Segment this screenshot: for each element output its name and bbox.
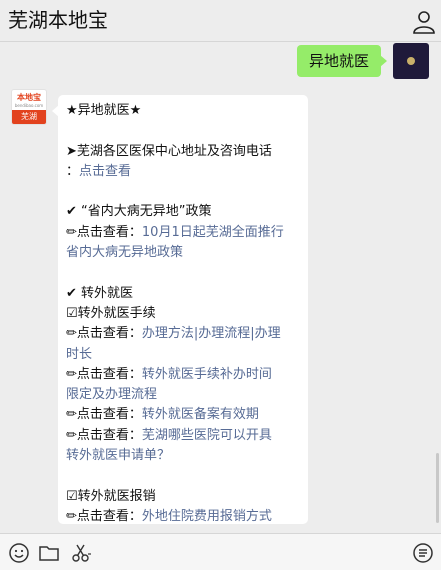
- message-line: 限定及办理流程: [66, 385, 300, 405]
- official-account-avatar[interactable]: 本地宝 bendibao.com 芜湖: [11, 89, 47, 125]
- message-line: ✏点击查看：办理方法|办理流程|办理: [66, 324, 300, 344]
- message-line: 转外就医申请单？: [66, 446, 300, 466]
- chat-title: 芜湖本地宝: [8, 8, 108, 32]
- message-link[interactable]: 点击查看: [79, 164, 131, 179]
- message-line-text: ➤芜湖各区医保中心地址及咨询电话: [66, 143, 272, 159]
- reply-message-bubble: ★异地就医★ ➤芜湖各区医保中心地址及咨询电话 ：点击查看 ✔ “省内大病无异地”政策…: [52, 95, 308, 527]
- message-line-text: ✔ “省内大病无异地”政策: [66, 204, 212, 220]
- message-link[interactable]: 省内大病无异地政策: [66, 245, 183, 260]
- message-line-text: ✏点击查看：: [66, 508, 142, 524]
- message-line-text: ☑转外就医手续: [66, 305, 156, 321]
- message-line: ★异地就医★: [66, 101, 300, 121]
- avatar-logo-subtext: bendibao.com: [14, 103, 44, 108]
- message-line-text: ✏点击查看：: [66, 366, 142, 382]
- message-line-text: ✏点击查看：: [66, 224, 142, 240]
- message-line: [66, 466, 300, 486]
- message-line: ✏点击查看：外地住院费用报销方式: [66, 507, 300, 527]
- chat-header: 芜湖本地宝: [0, 0, 441, 42]
- message-link[interactable]: 外地住院费用报销方式: [142, 509, 272, 524]
- message-line: ➤芜湖各区医保中心地址及咨询电话: [66, 142, 300, 162]
- message-link[interactable]: 时长: [66, 347, 92, 362]
- message-link[interactable]: 芜湖哪些医院可以开具: [142, 428, 272, 443]
- message-link[interactable]: 限定及办理流程: [66, 387, 157, 402]
- message-link[interactable]: 转外就医申请单？: [66, 448, 170, 463]
- message-line: [66, 121, 300, 141]
- message-line-text: ✏点击查看：: [66, 427, 142, 443]
- chat-history-icon[interactable]: [412, 542, 434, 564]
- message-line: ✏点击查看：转外就医手续补办时间: [66, 365, 300, 385]
- message-line-text: ✔ 转外就医: [66, 285, 134, 301]
- user-icon[interactable]: [411, 8, 437, 36]
- message-link[interactable]: 办理方法|办理流程|办理: [142, 326, 281, 341]
- message-link[interactable]: 转外就医备案有效期: [142, 407, 259, 422]
- avatar-city-badge: 芜湖: [12, 110, 46, 124]
- message-link[interactable]: 10月1日起芜湖全面推行: [142, 225, 284, 240]
- message-line: ✏点击查看：转外就医备案有效期: [66, 405, 300, 425]
- message-line: [66, 182, 300, 202]
- message-line: ☑转外就医报销: [66, 487, 300, 507]
- folder-icon[interactable]: [38, 542, 60, 564]
- message-line: 时长: [66, 345, 300, 365]
- message-line: ：点击查看: [66, 162, 300, 182]
- message-line-text: ✏点击查看：: [66, 407, 142, 423]
- avatar-logo-text: 本地宝: [17, 93, 41, 102]
- sent-message-bubble[interactable]: 异地就医: [296, 45, 388, 77]
- message-line-text: ：: [66, 163, 80, 179]
- message-line: ✔ “省内大病无异地”政策: [66, 202, 300, 222]
- emoji-icon[interactable]: [8, 542, 30, 564]
- message-line: 省内大病无异地政策: [66, 243, 300, 263]
- message-line: ✏点击查看：10月1日起芜湖全面推行: [66, 223, 300, 243]
- message-link[interactable]: 转外就医手续补办时间: [142, 367, 272, 382]
- message-line: ☑转外就医手续: [66, 304, 300, 324]
- my-avatar[interactable]: [393, 43, 429, 79]
- message-line: [66, 263, 300, 283]
- chat-area[interactable]: 异地就医 本地宝 bendibao.com 芜湖 ★异地就医★ ➤芜湖各区医保中心…: [0, 43, 441, 533]
- input-toolbar: [0, 533, 441, 570]
- scissors-icon[interactable]: [70, 542, 92, 564]
- message-line: ✔ 转外就医: [66, 284, 300, 304]
- message-line-text: ☑转外就医报销: [66, 488, 156, 504]
- message-line: ✏点击查看：芜湖哪些医院可以开具: [66, 426, 300, 446]
- scrollbar[interactable]: [436, 453, 439, 523]
- message-line-text: ✏点击查看：: [66, 326, 142, 342]
- message-line-text: ★异地就医★: [66, 103, 142, 118]
